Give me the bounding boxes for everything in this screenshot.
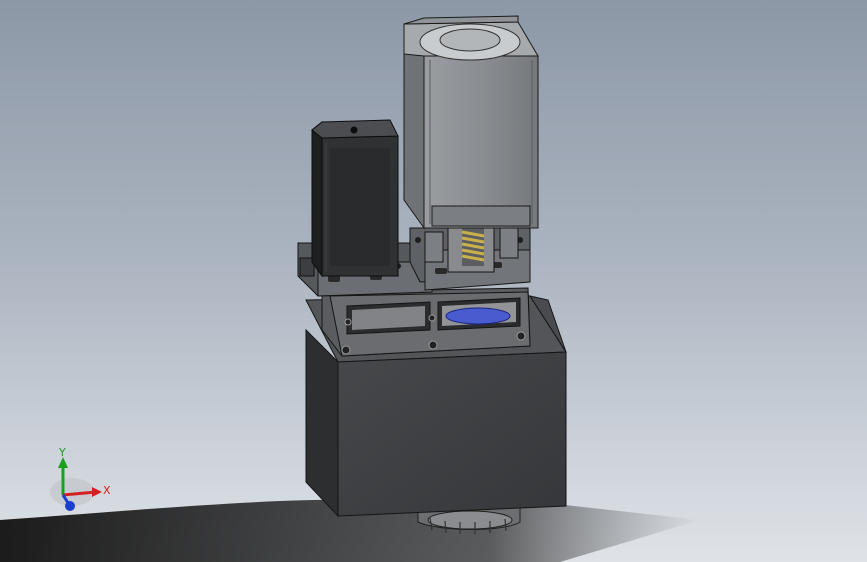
small-stepper-motor[interactable] [311, 119, 399, 278]
screw-icon [344, 318, 352, 326]
screw-icon [341, 345, 351, 355]
lens-element [445, 307, 511, 325]
mounting-plate[interactable] [321, 287, 531, 357]
screw-icon [516, 331, 526, 341]
large-servo-motor[interactable] [403, 15, 539, 230]
x-axis-label: X [103, 484, 111, 497]
x-axis-arrow-icon [92, 487, 102, 497]
cad-model-view[interactable]: X Y [0, 0, 867, 562]
screw-icon [428, 314, 436, 322]
cad-viewport[interactable]: X Y [0, 0, 867, 562]
y-axis-label: Y [58, 446, 66, 459]
coordinate-triad: X Y [50, 446, 111, 511]
screw-icon [428, 340, 438, 350]
